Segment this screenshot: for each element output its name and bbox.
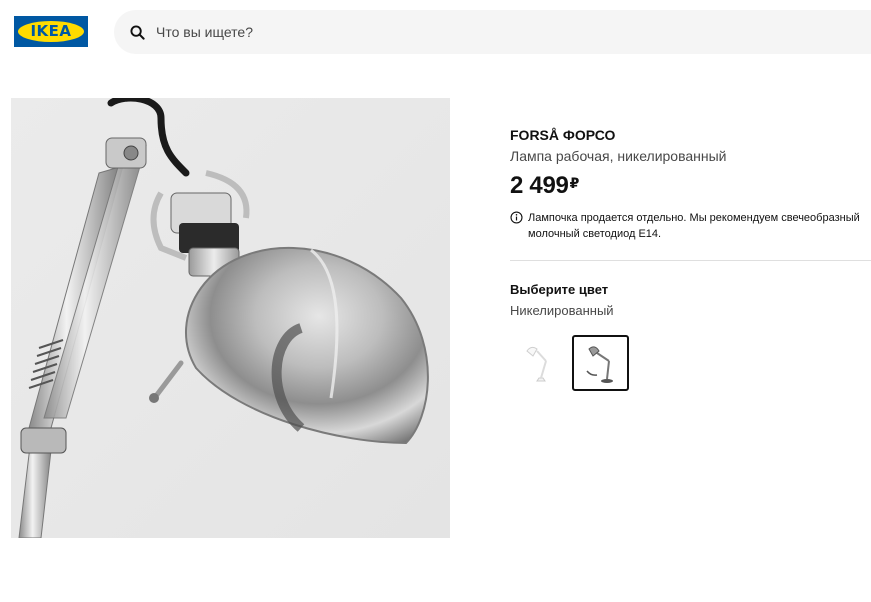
product-page: IKEA Что вы ищете? FORSÅ ФОРСО Лампа раб…	[0, 0, 871, 602]
info-icon	[510, 211, 523, 224]
product-description: Лампа рабочая, никелированный	[510, 148, 727, 164]
price-currency: ₽	[569, 175, 580, 191]
notice-text: Лампочка продается отдельно. Мы рекоменд…	[528, 212, 860, 240]
bulb-notice: Лампочка продается отдельно. Мы рекоменд…	[510, 210, 871, 242]
search-icon[interactable]	[129, 24, 145, 40]
color-swatch-white[interactable]	[510, 335, 567, 391]
color-swatch-nickel[interactable]	[572, 335, 629, 391]
ikea-logo[interactable]: IKEA	[14, 16, 88, 47]
product-price: 2 499 ₽	[510, 174, 871, 198]
product-info: FORSÅ ФОРСО Лампа рабочая, никелированны…	[510, 126, 871, 391]
product-image[interactable]	[11, 98, 450, 538]
search-input[interactable]	[154, 23, 658, 41]
color-swatches	[510, 335, 871, 391]
color-heading: Выберите цвет	[510, 282, 609, 297]
selected-color-name: Никелированный	[510, 303, 614, 318]
product-name: FORSÅ ФОРСО	[510, 127, 616, 143]
logo-text: IKEA	[30, 22, 72, 40]
price-value: 2 499	[510, 172, 569, 199]
divider	[510, 260, 871, 261]
search-bar[interactable]	[114, 10, 871, 54]
logo-ellipse: IKEA	[18, 21, 84, 42]
